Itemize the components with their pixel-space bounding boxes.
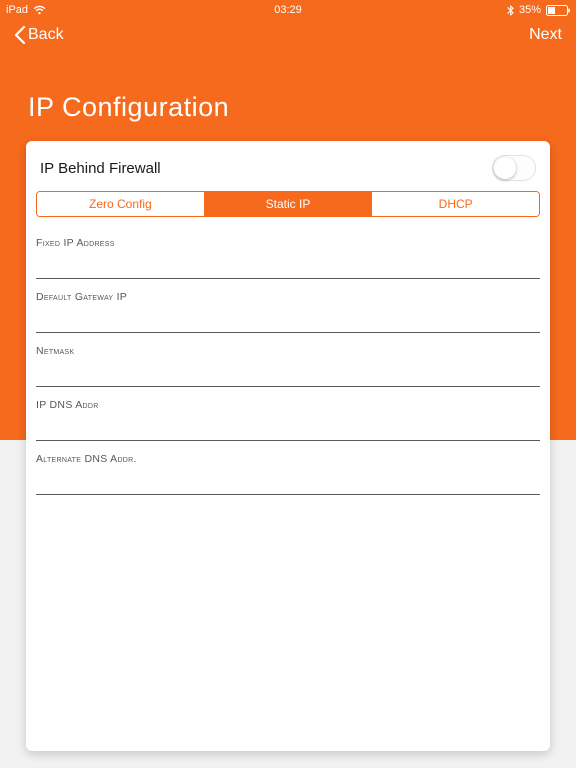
config-card: IP Behind Firewall Zero Config Static IP… — [26, 141, 550, 751]
alt-dns-input[interactable] — [36, 469, 540, 495]
field-label: IP DNS Addr — [36, 399, 540, 411]
field-ip-dns: IP DNS Addr — [36, 387, 540, 441]
field-fixed-ip: Fixed IP Address — [36, 225, 540, 279]
status-time: 03:29 — [0, 4, 576, 16]
firewall-toggle[interactable] — [492, 155, 536, 181]
field-default-gateway: Default Gateway IP — [36, 279, 540, 333]
battery-percent: 35% — [519, 4, 541, 16]
default-gateway-input[interactable] — [36, 307, 540, 333]
field-label: Netmask — [36, 345, 540, 357]
bluetooth-icon — [507, 5, 514, 16]
device-label: iPad — [6, 4, 28, 16]
nav-bar: Back Next — [0, 18, 576, 52]
ip-mode-segmented-control: Zero Config Static IP DHCP — [36, 191, 540, 217]
field-label: Fixed IP Address — [36, 237, 540, 249]
field-alt-dns: Alternate DNS Addr. — [36, 441, 540, 495]
field-netmask: Netmask — [36, 333, 540, 387]
page-title: IP Configuration — [0, 52, 576, 141]
status-right: 35% — [507, 4, 570, 16]
segment-dhcp[interactable]: DHCP — [372, 192, 539, 216]
next-button[interactable]: Next — [529, 26, 562, 44]
status-left: iPad — [6, 4, 46, 16]
ip-dns-input[interactable] — [36, 415, 540, 441]
chevron-left-icon — [14, 26, 26, 44]
back-label: Back — [28, 26, 64, 44]
firewall-row: IP Behind Firewall — [26, 151, 550, 191]
netmask-input[interactable] — [36, 361, 540, 387]
firewall-label: IP Behind Firewall — [40, 160, 161, 177]
wifi-icon — [33, 5, 46, 15]
segment-zero-config[interactable]: Zero Config — [37, 192, 205, 216]
status-bar: iPad 03:29 35% — [0, 0, 576, 18]
next-label: Next — [529, 26, 562, 43]
fields: Fixed IP Address Default Gateway IP Netm… — [26, 225, 550, 495]
field-label: Default Gateway IP — [36, 291, 540, 303]
fixed-ip-input[interactable] — [36, 253, 540, 279]
battery-icon — [546, 5, 570, 16]
toggle-knob — [494, 157, 516, 179]
segment-static-ip[interactable]: Static IP — [205, 192, 373, 216]
field-label: Alternate DNS Addr. — [36, 453, 540, 465]
back-button[interactable]: Back — [14, 26, 64, 44]
